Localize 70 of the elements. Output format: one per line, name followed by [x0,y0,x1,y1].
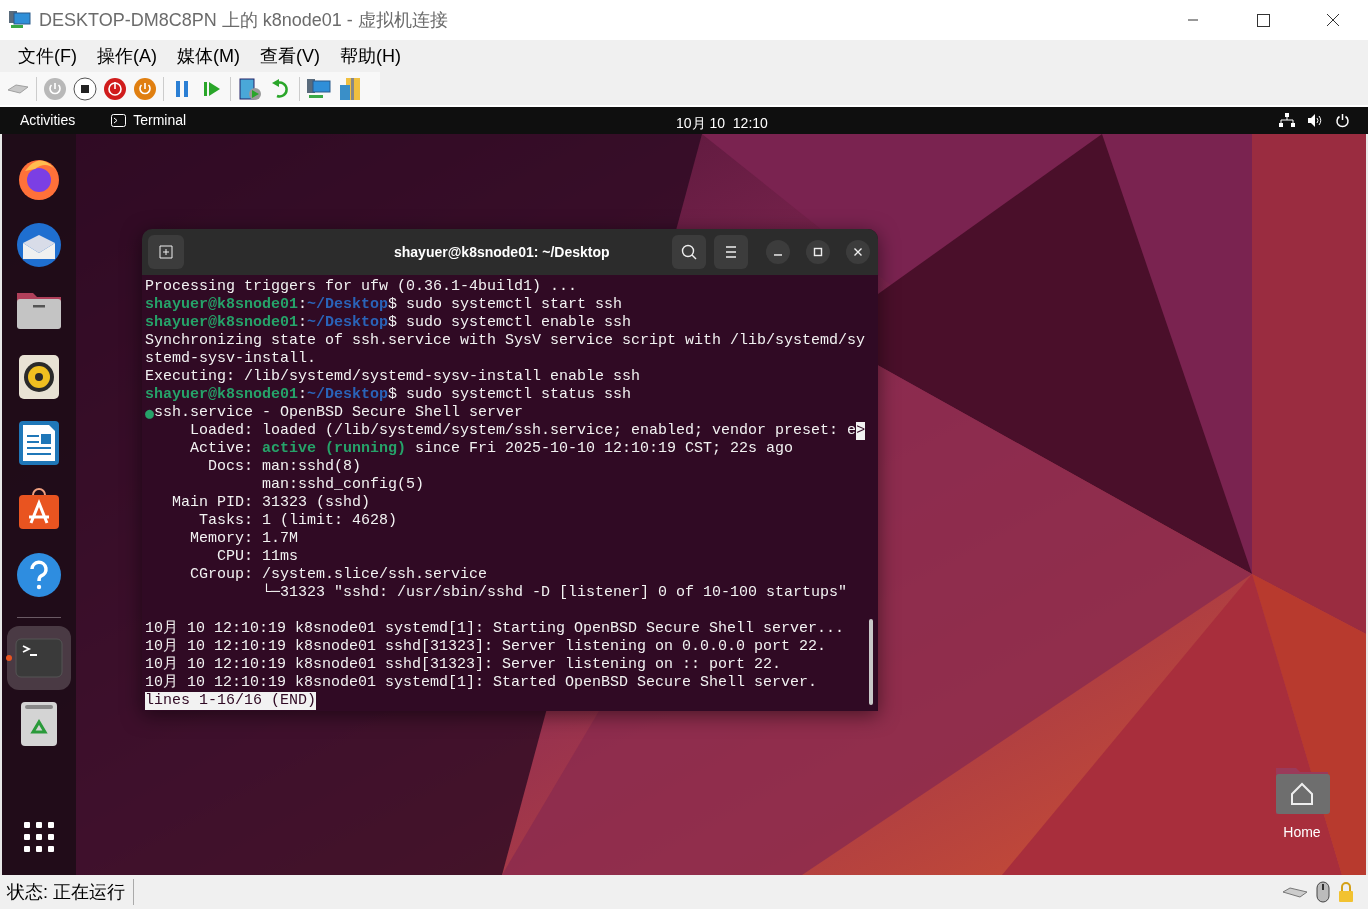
terminal-text: Loaded: loaded (/lib/systemd/system/ssh.service; enabled; vendor preset: e [189,422,857,440]
highlighted-text: > [856,422,866,440]
menu-item[interactable]: 查看(V) [249,42,330,70]
terminal-text: CGroup: /system.slice/ssh.service [189,566,488,583]
terminal-text: Main PID: 31323 (sshd) [171,494,371,512]
terminal-text: : [298,386,308,404]
terminal-text: └─31323 "sshd: /usr/sbin/sshd -D [listener] 0 of 10-100 startups" [261,584,848,602]
app-menu[interactable]: Terminal [133,110,187,131]
menu-item[interactable]: 媒体(M) [167,42,250,70]
desktop-icon-label[interactable]: Home [1283,822,1321,843]
vm-connection-icon [8,10,32,30]
help-icon[interactable] [15,551,63,599]
menu-item[interactable]: 帮助(H) [329,42,411,70]
maximize-button[interactable] [806,240,830,264]
status-text: 状态: 正在运行 [7,880,125,904]
terminal-text: $ sudo systemctl enable ssh [388,314,632,332]
volume-icon[interactable] [1307,113,1323,128]
terminal-text: 10月 10 12:10:19 k8snode01 systemd[1]: Started OpenBSD Secure Shell server. [145,674,818,692]
terminal-text: ~/Desktop [307,386,389,404]
zip-folder-icon[interactable] [338,75,362,102]
computer-icon[interactable] [306,76,332,101]
terminal-text: $ sudo systemctl status ssh [388,386,632,404]
terminal-text: $ sudo systemctl start ssh [388,296,623,314]
stop-icon[interactable] [73,76,97,101]
mouse-icon[interactable] [1316,881,1330,903]
terminal-icon [111,114,127,127]
terminal-text: shayuer@k8snode01 [145,386,299,404]
terminal-text: 10月 10 12:10:19 k8snode01 sshd[31323]: Server listening on :: port 22. [145,656,782,674]
terminal-text: Docs: man:sshd(8) [207,458,362,476]
terminal-text: ssh.service - OpenBSD Secure Shell server [154,404,524,422]
terminal-text: stemd-sysv-install. [145,350,317,368]
power-icon[interactable] [1335,113,1350,128]
terminal-text: Executing: /lib/systemd/systemd-sysv-install enable ssh [145,368,641,386]
terminal-text: 10月 10 12:10:19 k8snode01 sshd[31323]: Server listening on 0.0.0.0 port 22. [145,638,827,656]
checkpoint-icon[interactable] [237,75,263,102]
terminal-text: ~/Desktop [307,296,389,314]
menu-item[interactable]: 文件(F) [8,42,87,70]
terminal-text: : [298,296,308,314]
terminal-text: : [298,314,308,332]
app-grid-icon[interactable] [23,821,55,853]
terminal-text: Tasks: 1 (limit: 4628) [198,512,398,530]
terminal-text: 10月 10 12:10:19 k8snode01 systemd[1]: Starting OpenBSD Secure Shell server... [145,620,845,638]
terminal-text: man:sshd_config(5) [261,476,425,494]
terminal-text: Processing triggers for ufw (0.36.1-4build1) ... [145,278,578,296]
close-button[interactable] [846,240,870,264]
terminal-text: shayuer@k8snode01 [145,296,299,314]
running-indicator [6,655,12,661]
network-icon[interactable] [1279,113,1295,128]
terminal-title: shayuer@k8snode01: ~/Desktop [394,242,610,262]
scrollbar[interactable] [869,619,873,705]
window-title: DESKTOP-DM8C8PN 上的 k8node01 - 虚拟机连接 [39,8,448,32]
thunderbird-icon[interactable] [15,221,63,269]
terminal-text: since Fri 2025-10-10 12:10:19 CST; 22s ago [414,440,794,458]
minimize-button[interactable] [766,240,790,264]
status-dot: ● [145,404,155,422]
terminal-text: Memory: 1.7M [189,530,299,548]
clock[interactable]: 10月 10 12:10 [676,113,768,134]
search-button[interactable] [672,235,706,269]
terminal-text: shayuer@k8snode01 [145,314,299,332]
activities-button[interactable]: Activities [20,110,76,131]
menu-item[interactable]: 操作(A) [87,42,167,70]
terminal-text: Active: [189,440,255,458]
keyboard-icon[interactable] [1282,886,1308,898]
highlighted-text: lines 1-16/16 (END) [145,692,317,710]
new-tab-button[interactable] [148,235,184,269]
terminal-text: active (running) [262,440,407,458]
terminal-text: Synchronizing state of ssh.service with SysV service script with /lib/systemd/sy [145,332,866,350]
terminal-text: ~/Desktop [307,314,389,332]
menu-button[interactable] [714,235,748,269]
terminal-text: CPU: 11ms [216,548,299,566]
